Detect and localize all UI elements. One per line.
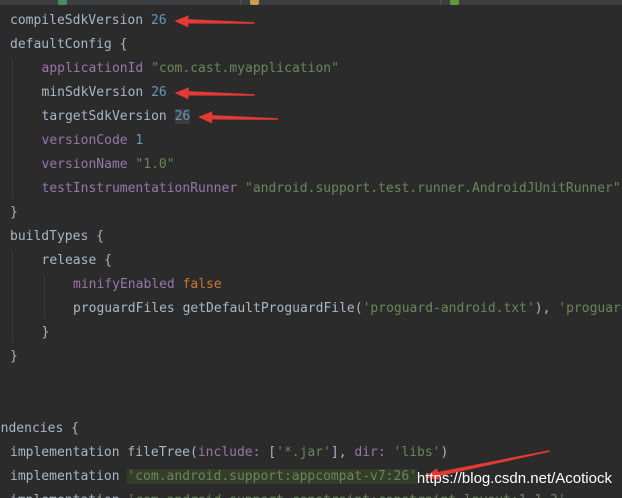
code-token: minSdkVersion (41, 85, 152, 100)
code-line[interactable]: defaultConfig { (10, 33, 127, 57)
code-token: targetSdkVersion (41, 109, 175, 124)
code-token: 'com.android.support.constraint:constrai… (127, 493, 565, 498)
code-token: } (41, 325, 50, 340)
code-token: "1.0" (135, 157, 175, 172)
code-token: versionName (41, 157, 136, 172)
code-token: applicationId (41, 61, 152, 76)
code-token: 'proguard-rules.pro' (558, 301, 622, 316)
code-line[interactable]: versionName "1.0" (42, 153, 175, 177)
code-token: ], (330, 445, 355, 460)
code-line[interactable]: implementation fileTree(include: ['*.jar… (10, 441, 448, 465)
code-area[interactable]: compileSdkVersion 26 defaultConfig { appli… (0, 0, 622, 498)
code-line[interactable]: versionCode 1 (42, 129, 144, 153)
code-line[interactable]: implementation 'com.android.support:appc… (10, 465, 417, 489)
indent-guide (43, 275, 45, 319)
code-token: include: (197, 445, 269, 460)
code-line[interactable]: applicationId "com.cast.myapplication" (42, 57, 339, 81)
code-line[interactable]: pendencies { (0, 417, 79, 441)
code-token: "com.cast.myapplication" (151, 61, 339, 76)
code-line[interactable]: minifyEnabled false (73, 273, 222, 297)
code-editor[interactable]: compileSdkVersion 26 defaultConfig { appli… (0, 0, 622, 498)
code-line[interactable]: minSdkVersion 26 (42, 81, 167, 105)
code-token: versionCode (41, 133, 136, 148)
indent-guide (12, 59, 13, 199)
code-token: implementation (10, 469, 128, 484)
code-token: } (10, 205, 18, 220)
code-token: dir: (354, 445, 394, 460)
code-line[interactable]: } (10, 345, 18, 369)
code-line[interactable]: } (10, 201, 18, 225)
code-token: implementation fileTree( (10, 445, 198, 460)
code-token: ) (440, 445, 449, 460)
code-token: 'libs' (393, 445, 441, 460)
code-token: testInstrumentationRunner (41, 181, 245, 196)
code-line[interactable]: testInstrumentationRunner "android.suppo… (42, 177, 621, 201)
code-line[interactable]: compileSdkVersion 26 (10, 9, 167, 33)
code-line[interactable]: release { (42, 249, 112, 273)
code-token: implementation (10, 493, 127, 498)
code-token: '*.jar' (276, 445, 331, 460)
code-token: buildTypes { (10, 229, 104, 244)
watermark-text: https://blog.csdn.net/Acotiock (416, 470, 612, 487)
code-token: } (10, 349, 18, 364)
code-token: 1 (135, 133, 144, 148)
code-token: "android.support.test.runner.AndroidJUni… (245, 181, 621, 196)
indent-guide (12, 251, 13, 343)
code-token: 'com.android.support:appcompat-v7:26' (127, 469, 417, 484)
code-token: compileSdkVersion (10, 13, 151, 28)
code-line[interactable]: } (42, 321, 50, 345)
code-token: release { (41, 253, 112, 268)
code-token: 26 (150, 13, 167, 28)
code-token: 26 (151, 85, 167, 100)
code-line[interactable]: implementation 'com.android.support.cons… (10, 489, 566, 498)
code-token: 26 (174, 109, 191, 124)
code-token: 'proguard-android.txt' (362, 301, 535, 316)
code-line[interactable]: targetSdkVersion 26 (42, 105, 191, 129)
code-token: minifyEnabled (73, 277, 183, 292)
code-line[interactable]: proguardFiles getDefaultProguardFile('pr… (73, 297, 622, 321)
code-token: [ (268, 445, 277, 460)
code-line[interactable]: buildTypes { (10, 225, 104, 249)
code-token: proguardFiles getDefaultProguardFile( (73, 301, 363, 316)
code-token: defaultConfig { (10, 37, 128, 52)
code-token: pendencies { (0, 421, 79, 436)
code-token: false (182, 277, 222, 292)
code-token: ), (534, 301, 559, 316)
